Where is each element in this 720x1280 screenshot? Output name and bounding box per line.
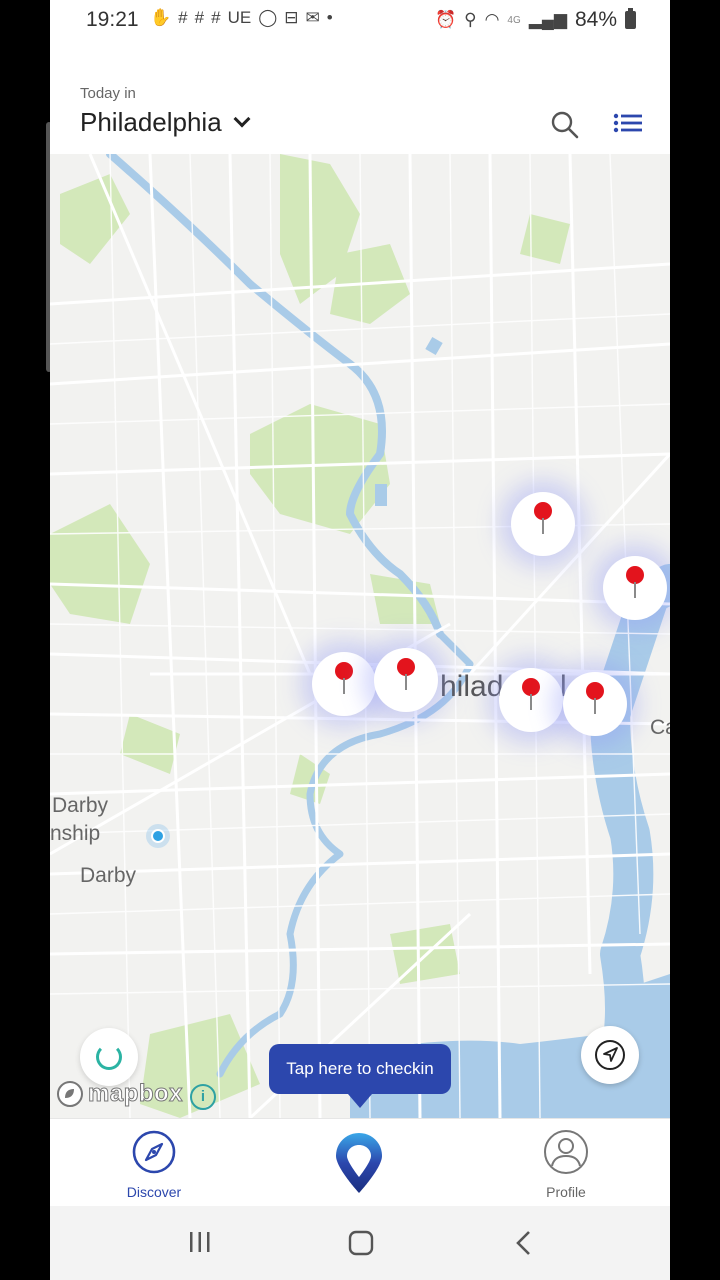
alarm-icon: ⏰ (434, 10, 457, 29)
event-pin[interactable] (511, 492, 575, 556)
event-pin[interactable] (374, 648, 438, 712)
signal-icon: ▂▄▆ (528, 10, 567, 29)
event-pin[interactable] (499, 668, 563, 732)
event-pin[interactable] (312, 652, 376, 716)
pin-needle (405, 674, 407, 690)
checkin-pin-icon (336, 1133, 382, 1193)
city-name: Philadelphia (80, 107, 222, 137)
user-location-dot (146, 824, 170, 848)
today-label: Today in (80, 85, 136, 102)
app-header: Today in Philadelphia (50, 40, 670, 154)
home-icon (348, 1230, 374, 1256)
loading-indicator (80, 1028, 138, 1086)
pin-needle (634, 582, 636, 598)
map-info-button[interactable]: i (190, 1084, 216, 1110)
checkin-tooltip[interactable]: Tap here to checkin (269, 1044, 451, 1108)
battery-percent: 84% (574, 8, 617, 31)
location-icon: ⚲ (464, 10, 477, 29)
chevron-down-icon (233, 110, 251, 127)
pin-needle (343, 678, 345, 694)
pin-needle (530, 694, 532, 710)
mapbox-icon (57, 1081, 83, 1107)
mail-icon: ✉ (305, 8, 320, 27)
recent-apps-icon (190, 1232, 210, 1252)
map-label-darby: Darby (80, 864, 137, 887)
map-label-township: nship (50, 822, 101, 845)
status-right: ⏰ ⚲ ◠ 4G ▂▄▆ 84% (435, 8, 636, 32)
hand-icon: ✋ (150, 8, 172, 27)
pin-needle (542, 518, 544, 534)
app-screen: 19:21 ✋ # # # UE ◯ ⊟ ✉ • ⏰ ⚲ ◠ 4G ▂▄▆ 84… (50, 0, 670, 1280)
nav-discover[interactable]: Discover (109, 1129, 199, 1200)
ue-icon: UE (227, 8, 252, 27)
map-view[interactable]: Darby nship Darby hilad l Ca mapb (50, 154, 670, 1118)
nav-profile-label: Profile (546, 1184, 586, 1200)
dot-icon: • (326, 8, 333, 27)
network-label: 4G (507, 14, 521, 26)
nav-profile[interactable]: Profile (521, 1129, 611, 1200)
map-label-camden: Ca (650, 716, 670, 739)
back-button[interactable] (514, 1230, 534, 1261)
battery-icon (625, 8, 636, 29)
slack-icon: # (178, 8, 188, 27)
event-pin[interactable] (603, 556, 667, 620)
city-selector[interactable]: Philadelphia (80, 107, 251, 138)
status-time: 19:21 (86, 8, 139, 31)
navigation-arrow-icon (595, 1040, 625, 1070)
slack-icon: # (194, 8, 205, 27)
system-navigation-bar (50, 1206, 670, 1280)
search-icon (551, 111, 579, 139)
recent-apps-button[interactable] (188, 1230, 212, 1259)
list-view-button[interactable] (613, 112, 643, 138)
recenter-button[interactable] (581, 1026, 639, 1084)
list-icon (613, 113, 642, 133)
notification-icons: ✋ # # # UE ◯ ⊟ ✉ • (150, 8, 333, 28)
mapbox-logo: mapbox (56, 1080, 183, 1108)
wifi-icon: ◠ (484, 10, 500, 29)
event-pin[interactable] (563, 672, 627, 736)
profile-icon (544, 1130, 588, 1174)
chat-icon: ◯ (258, 8, 278, 27)
mapbox-wordmark: mapbox (87, 1080, 184, 1108)
pin-needle (594, 698, 596, 714)
search-button[interactable] (550, 110, 580, 140)
map-label-city: hilad (440, 670, 504, 703)
map-label-darby-township: Darby (52, 794, 109, 817)
nav-discover-label: Discover (126, 1184, 182, 1200)
checkin-button[interactable] (334, 1131, 384, 1195)
bottom-navigation: Discover Profile (50, 1118, 670, 1206)
slack-icon: # (211, 8, 221, 27)
compass-icon (132, 1130, 176, 1174)
map-base (50, 154, 670, 1118)
print-icon: ⊟ (284, 8, 299, 27)
spinner-icon (96, 1044, 122, 1070)
home-button[interactable] (348, 1230, 374, 1261)
back-icon (516, 1231, 530, 1255)
status-bar: 19:21 ✋ # # # UE ◯ ⊟ ✉ • ⏰ ⚲ ◠ 4G ▂▄▆ 84… (50, 0, 670, 40)
